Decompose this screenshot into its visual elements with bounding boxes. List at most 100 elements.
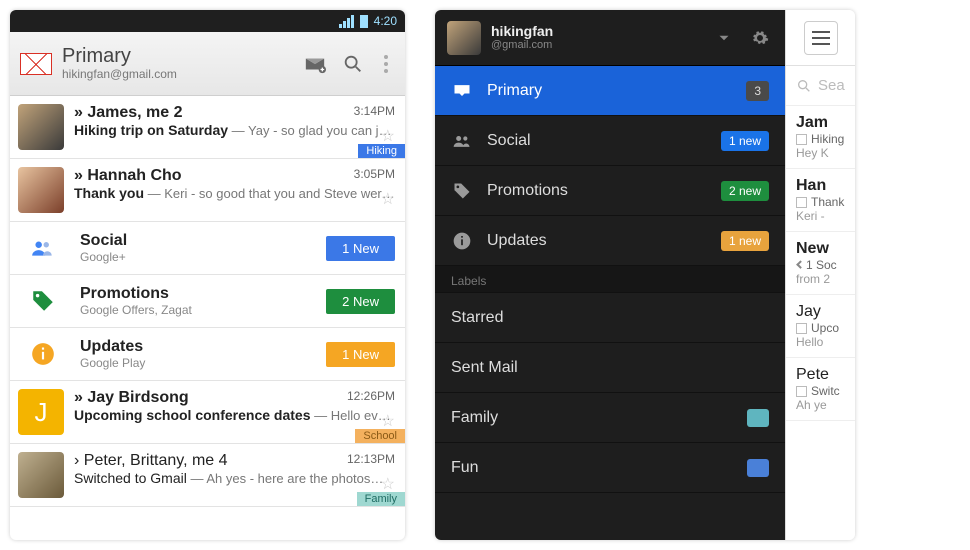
checkbox-icon[interactable] xyxy=(796,197,807,208)
status-bar: 4:20 xyxy=(10,10,405,32)
subject: Switched to Gmail xyxy=(74,470,187,486)
new-badge: 1 New xyxy=(326,342,395,367)
drawer-item-label: Promotions xyxy=(487,182,707,200)
checkbox-icon[interactable] xyxy=(796,386,807,397)
content-peek[interactable]: Sea Jam Hiking Hey K Han Thank Keri - Ne… xyxy=(785,10,855,540)
count-badge: 3 xyxy=(746,81,769,101)
category-name: Updates xyxy=(80,338,312,356)
android-gmail-screen: 4:20 Primary hikingfan@gmail.com xyxy=(10,10,405,540)
search-icon[interactable] xyxy=(339,50,367,78)
category-name: Promotions xyxy=(80,285,312,303)
category-name: Social xyxy=(80,232,312,250)
peek-sender: New xyxy=(796,240,855,258)
compose-icon[interactable] xyxy=(301,50,329,78)
battery-icon xyxy=(360,15,368,28)
drawer-item-updates[interactable]: Updates 1 new xyxy=(435,216,785,266)
label-chip[interactable]: Hiking xyxy=(358,144,405,158)
peek-row[interactable]: New 1 Soc from 2 xyxy=(786,232,855,295)
signal-icon xyxy=(339,15,354,28)
reply-arrow-icon xyxy=(796,260,804,268)
category-updates[interactable]: Updates Google Play 1 New xyxy=(10,328,405,381)
sender-avatar[interactable]: J xyxy=(18,389,64,435)
checkbox-icon[interactable] xyxy=(796,323,807,334)
drawer-item-starred[interactable]: Starred xyxy=(435,293,785,343)
chevron-down-icon[interactable] xyxy=(711,25,737,51)
peek-sender: Pete xyxy=(796,366,855,384)
label-chip[interactable]: School xyxy=(355,429,405,443)
drawer-account-header[interactable]: hikingfan @gmail.com xyxy=(435,10,785,66)
tag-icon xyxy=(451,181,473,201)
peek-sender: Jay xyxy=(796,303,855,321)
tag-icon xyxy=(20,288,66,314)
drawer-item-label: Primary xyxy=(487,82,732,100)
sender-line: › Peter, Brittany, me 4 xyxy=(74,452,228,470)
sender-avatar[interactable] xyxy=(18,167,64,213)
drawer-item-social[interactable]: Social 1 new xyxy=(435,116,785,166)
subject: Upcoming school conference dates xyxy=(74,407,311,423)
peek-row[interactable]: Han Thank Keri - xyxy=(786,169,855,232)
drawer-item-sent[interactable]: Sent Mail xyxy=(435,343,785,393)
star-icon[interactable]: ☆ xyxy=(381,189,395,209)
peek-sender: Han xyxy=(796,177,855,195)
nav-drawer[interactable]: hikingfan @gmail.com Primary 3 Social 1 … xyxy=(435,10,785,540)
star-icon[interactable]: ☆ xyxy=(381,126,395,146)
subject: Thank you xyxy=(74,185,144,201)
category-sub: Google Offers, Zagat xyxy=(80,303,312,317)
status-time: 4:20 xyxy=(374,14,397,28)
account-domain: @gmail.com xyxy=(491,39,701,51)
drawer-item-label: Fun xyxy=(451,459,733,477)
drawer-item-label: Sent Mail xyxy=(451,359,769,377)
new-badge: 2 New xyxy=(326,289,395,314)
new-badge: 1 New xyxy=(326,236,395,261)
info-icon xyxy=(451,231,473,251)
labels-section-header: Labels xyxy=(435,266,785,293)
conversation-row[interactable]: » Hannah Cho 3:05PM Thank you — Keri - s… xyxy=(10,159,405,222)
sender-avatar[interactable] xyxy=(18,104,64,150)
snippet: Yay - so glad you can join. We should le… xyxy=(248,123,395,138)
drawer-item-primary[interactable]: Primary 3 xyxy=(435,66,785,116)
conversation-list[interactable]: » James, me 2 3:14PM Hiking trip on Satu… xyxy=(10,96,405,540)
category-sub: Google+ xyxy=(80,250,312,264)
people-icon xyxy=(451,131,473,151)
star-icon[interactable]: ☆ xyxy=(381,474,395,494)
action-bar-titles[interactable]: Primary hikingfan@gmail.com xyxy=(62,45,291,82)
account-email: hikingfan@gmail.com xyxy=(62,68,291,82)
drawer-item-label: Updates xyxy=(487,232,707,250)
peek-row[interactable]: Jay Upco Hello xyxy=(786,295,855,358)
sender-line: » Jay Birdsong xyxy=(74,389,189,407)
account-avatar[interactable] xyxy=(447,21,481,55)
gmail-logo-icon[interactable] xyxy=(20,53,52,75)
overflow-menu-icon[interactable] xyxy=(377,55,395,73)
drawer-item-family[interactable]: Family xyxy=(435,393,785,443)
drawer-item-fun[interactable]: Fun xyxy=(435,443,785,493)
drawer-item-promotions[interactable]: Promotions 2 new xyxy=(435,166,785,216)
subject: Hiking trip on Saturday xyxy=(74,122,228,138)
people-icon xyxy=(20,235,66,261)
timestamp: 12:13PM xyxy=(347,452,395,470)
category-promotions[interactable]: Promotions Google Offers, Zagat 2 New xyxy=(10,275,405,328)
sender-avatar[interactable] xyxy=(18,452,64,498)
label-color-swatch xyxy=(747,409,769,427)
conversation-row[interactable]: J » Jay Birdsong 12:26PM Upcoming school… xyxy=(10,381,405,444)
search-field[interactable]: Sea xyxy=(786,66,855,106)
gear-icon[interactable] xyxy=(747,25,773,51)
conversation-row[interactable]: » James, me 2 3:14PM Hiking trip on Satu… xyxy=(10,96,405,159)
peek-row[interactable]: Pete Switc Ah ye xyxy=(786,358,855,421)
search-icon xyxy=(796,78,812,94)
category-social[interactable]: Social Google+ 1 New xyxy=(10,222,405,275)
label-chip[interactable]: Family xyxy=(357,492,405,506)
label-color-swatch xyxy=(747,459,769,477)
timestamp: 3:05PM xyxy=(354,167,395,185)
count-badge: 2 new xyxy=(721,181,769,201)
conversation-row[interactable]: › Peter, Brittany, me 4 12:13PM Switched… xyxy=(10,444,405,507)
hamburger-icon[interactable] xyxy=(804,21,838,55)
peek-row[interactable]: Jam Hiking Hey K xyxy=(786,106,855,169)
snippet: Ah yes - here are the photos… there are … xyxy=(206,471,395,486)
count-badge: 1 new xyxy=(721,131,769,151)
drawer-item-label: Starred xyxy=(451,309,769,327)
ios-gmail-screen: hikingfan @gmail.com Primary 3 Social 1 … xyxy=(435,10,855,540)
account-name: hikingfan xyxy=(491,24,701,39)
checkbox-icon[interactable] xyxy=(796,134,807,145)
sender-line: » James, me 2 xyxy=(74,104,183,122)
star-icon[interactable]: ☆ xyxy=(381,411,395,431)
